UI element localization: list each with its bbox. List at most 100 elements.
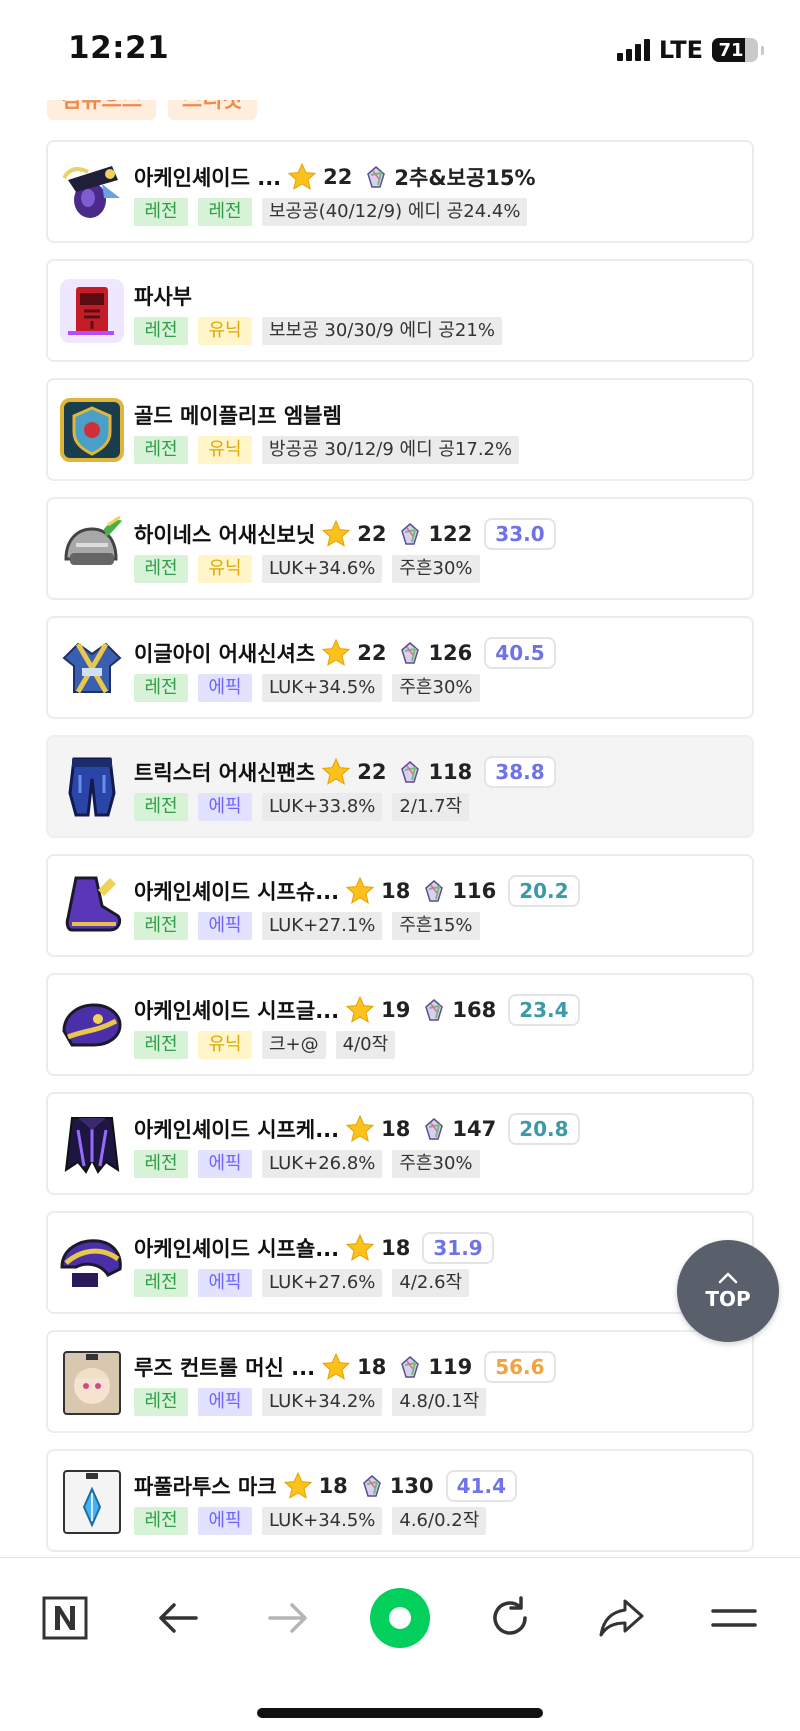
item-score-badge: 20.2: [508, 875, 580, 907]
option-summary-tag: 주흔30%: [392, 1150, 480, 1178]
equipment-item-card[interactable]: 아케인셰이드 시프숄... 18 31.9 레전 에픽 LUK+27.6% 4/2.6작: [46, 1211, 754, 1314]
item-name: 이글아이 어새신셔츠: [134, 642, 316, 666]
chevron-up-icon: [718, 1272, 738, 1284]
status-indicators: LTE 71: [616, 36, 764, 64]
item-tags-row: 레전 에픽 LUK+27.1% 주흔15%: [134, 912, 480, 940]
share-arrow-icon: [599, 1599, 644, 1637]
item-name: 트릭스터 어새신팬츠: [134, 761, 316, 785]
option-summary-tag: LUK+27.1%: [262, 912, 383, 940]
green-circle-icon: [370, 1588, 430, 1648]
option-summary-tag: 4/2.6작: [392, 1269, 470, 1297]
option-summary-tag: LUK+26.8%: [262, 1150, 383, 1178]
item-tags-row: 레전 유닉 크+@ 4/0작: [134, 1031, 396, 1059]
starforce-count: 22: [357, 522, 387, 546]
option-summary-tag: 2/1.7작: [392, 793, 470, 821]
equipment-item-card[interactable]: 파사부 레전 유닉 보보공 30/30/9 에디 공21%: [46, 259, 754, 362]
equipment-item-card[interactable]: 골드 메이플리프 엠블렘레전 유닉 방공공 30/12/9 에디 공17.2%: [46, 378, 754, 481]
option-summary-tag: 4/0작: [335, 1031, 396, 1059]
item-tags-row: 레전 에픽 LUK+33.8% 2/1.7작: [134, 793, 470, 821]
battery-level: 71: [718, 39, 744, 61]
potential-grade-tag: 레전: [134, 793, 188, 821]
item-score-badge: 31.9: [422, 1232, 494, 1264]
scroll-talisman-icon: [58, 277, 126, 345]
item-name: 파풀라투스 마크: [134, 1475, 277, 1499]
option-summary-tag: 4.6/0.2작: [392, 1507, 487, 1535]
menu-button[interactable]: [704, 1588, 764, 1648]
potential-gem-icon: [401, 1356, 420, 1378]
network-type: LTE: [658, 36, 703, 64]
item-name: 파사부: [134, 285, 192, 309]
item-score-badge: 56.6: [484, 1351, 556, 1383]
naver-home-button[interactable]: [35, 1588, 95, 1648]
share-button[interactable]: [592, 1588, 652, 1648]
equipment-item-card[interactable]: 아케인셰이드 ... 22 2추&보공15% 레전 레전 보공공(40/12/9) 에디 …: [46, 140, 754, 243]
hamburger-menu-icon: [711, 1609, 757, 1627]
item-name: 아케인셰이드 시프케...: [134, 1118, 340, 1142]
equipment-item-card[interactable]: 트릭스터 어새신팬츠 22 118 38.8 레전 에픽 LUK+33.8% 2/1.7작: [46, 735, 754, 838]
reload-button[interactable]: [480, 1588, 540, 1648]
additional-grade-tag: 에픽: [198, 793, 252, 821]
top-button-label: TOP: [705, 1287, 751, 1311]
thief-gloves-icon: [58, 991, 126, 1059]
potential-grade-tag: 레전: [134, 1150, 188, 1178]
equipment-item-card[interactable]: 하이네스 어새신보닛 22 122 33.0 레전 유닉 LUK+34.6% 주흔30%: [46, 497, 754, 600]
option-summary-tag: LUK+34.6%: [262, 555, 383, 583]
battery-icon: 71: [712, 38, 758, 62]
equipment-item-card[interactable]: 파풀라투스 마크 18 130 41.4 레전 에픽 LUK+34.5% 4.6/0.2작: [46, 1449, 754, 1552]
item-name: 루즈 컨트롤 머신 ...: [134, 1356, 316, 1380]
item-stat: 116: [452, 879, 497, 903]
item-name: 아케인셰이드 시프숄...: [134, 1237, 340, 1261]
item-name: 하이네스 어새신보닛: [134, 523, 316, 547]
item-header-row: 아케인셰이드 시프슈... 18 116 20.2: [134, 874, 580, 908]
home-indicator: [257, 1708, 543, 1718]
item-score-badge: 41.4: [445, 1470, 517, 1502]
option-summary-tag: 주흔30%: [392, 555, 480, 583]
potential-grade-tag: 레전: [134, 674, 188, 702]
item-header-row: 루즈 컨트롤 머신 ... 18 119 56.6: [134, 1350, 556, 1384]
item-header-row: 이글아이 어새신셔츠 22 126 40.5: [134, 636, 556, 670]
item-tags-row: 레전 유닉 LUK+34.6% 주흔30%: [134, 555, 480, 583]
scroll-to-top-button[interactable]: TOP: [677, 1240, 779, 1342]
equipment-item-card[interactable]: 아케인셰이드 시프슈... 18 116 20.2 레전 에픽 LUK+27.1% 주흔15%: [46, 854, 754, 957]
option-summary-tag: LUK+34.5%: [262, 674, 383, 702]
equipment-item-card[interactable]: 이글아이 어새신셔츠 22 126 40.5 레전 에픽 LUK+34.5% 주흔30%: [46, 616, 754, 719]
item-header-row: 골드 메이플리프 엠블렘: [134, 398, 342, 432]
potential-gem-icon: [362, 1475, 381, 1497]
additional-grade-tag: 유닉: [198, 317, 252, 345]
item-name: 아케인셰이드 시프글...: [134, 999, 340, 1023]
starforce-count: 19: [381, 998, 411, 1022]
star-icon: [322, 519, 351, 547]
cellular-signal-icon: [616, 39, 650, 61]
additional-grade-tag: 유닉: [198, 555, 252, 583]
equipment-item-card[interactable]: 루즈 컨트롤 머신 ... 18 119 56.6 레전 에픽 LUK+34.2% 4.8/0…: [46, 1330, 754, 1433]
starforce-count: 18: [381, 879, 411, 903]
item-stat: 122: [428, 522, 473, 546]
naver-n-icon: [42, 1596, 88, 1640]
star-icon: [345, 1233, 375, 1261]
forward-button[interactable]: [258, 1588, 318, 1648]
starforce-count: 18: [357, 1355, 387, 1379]
item-name: 아케인셰이드 시프슈...: [134, 880, 340, 904]
back-button[interactable]: [148, 1588, 208, 1648]
equipment-item-card[interactable]: 아케인셰이드 시프글... 19 168 23.4 레전 유닉 크+@ 4/0작: [46, 973, 754, 1076]
item-tags-row: 레전 에픽 LUK+34.5% 주흔30%: [134, 674, 480, 702]
item-tags-row: 레전 레전 보공공(40/12/9) 에디 공24.4%: [134, 198, 528, 226]
item-score-badge: 38.8: [484, 756, 556, 788]
item-tags-row: 레전 유닉 방공공 30/12/9 에디 공17.2%: [134, 436, 520, 464]
item-stat: 2추&보공15%: [394, 166, 536, 190]
item-tags-row: 레전 에픽 LUK+34.2% 4.8/0.1작: [134, 1388, 487, 1416]
green-dot-button[interactable]: [368, 1586, 432, 1650]
item-header-row: 아케인셰이드 ... 22 2추&보공15%: [134, 160, 542, 194]
potential-grade-tag: 레전: [134, 555, 188, 583]
potential-grade-tag: 레전: [134, 436, 188, 464]
option-summary-tag: 방공공 30/12/9 에디 공17.2%: [262, 436, 520, 464]
potential-gem-icon: [425, 1118, 444, 1140]
additional-grade-tag: 유닉: [198, 436, 252, 464]
option-summary-tag: 크+@: [262, 1031, 326, 1059]
starforce-count: 22: [357, 760, 387, 784]
equipment-item-card[interactable]: 아케인셰이드 시프케... 18 147 20.8 레전 에픽 LUK+26.8% 주흔30%: [46, 1092, 754, 1195]
face-badge-icon: [58, 1348, 126, 1416]
potential-grade-tag: 레전: [134, 1388, 188, 1416]
option-summary-tag: LUK+34.2%: [262, 1388, 383, 1416]
potential-grade-tag: 레전: [134, 1269, 188, 1297]
